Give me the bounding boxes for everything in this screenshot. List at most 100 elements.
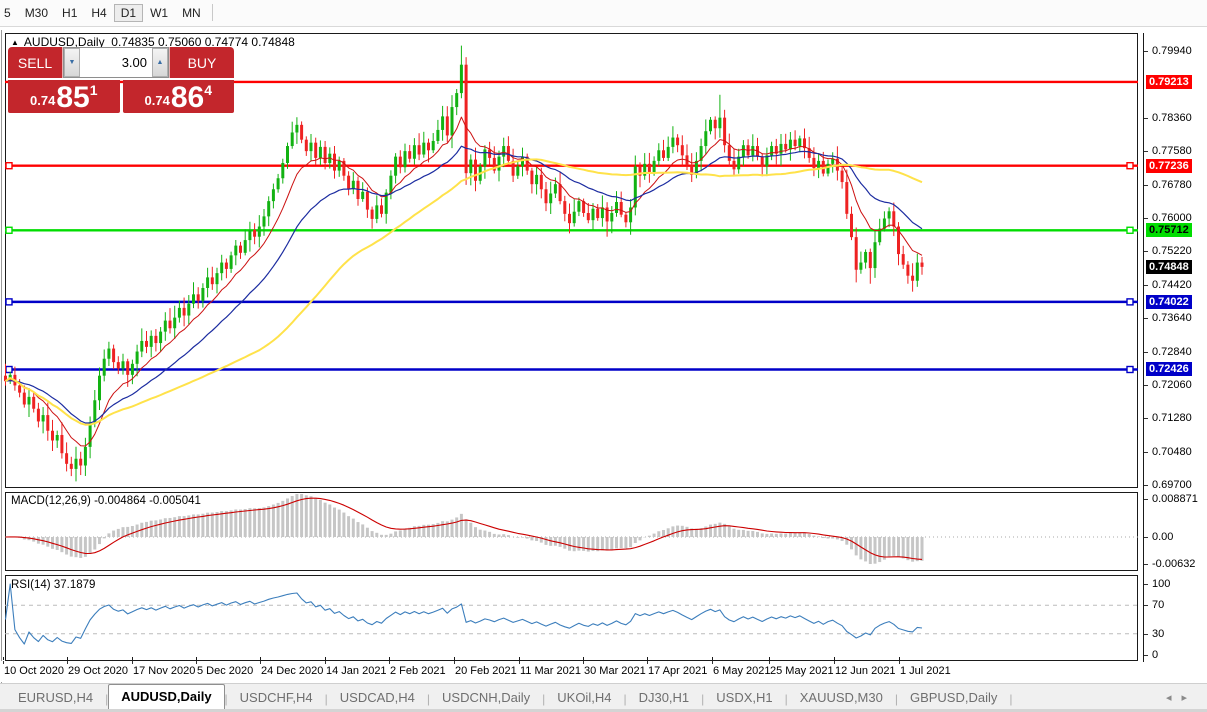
date-tick	[712, 661, 713, 664]
tab-scroll-arrows: ◂▸	[1166, 691, 1197, 704]
date-tick	[454, 661, 455, 664]
price-tick-label: 0.77580	[1152, 145, 1192, 158]
date-label: 2 Feb 2021	[390, 665, 446, 677]
tf-button-5[interactable]: 5	[0, 4, 18, 22]
tab-ukoil-h4[interactable]: UKOil,H4	[545, 686, 623, 710]
price-tick-label: 0.72840	[1152, 346, 1192, 359]
current-price-label: 0.74848	[1146, 260, 1192, 274]
price-axis[interactable]: 0.799400.783600.775800.767800.760000.752…	[1143, 33, 1207, 662]
date-tick	[834, 661, 835, 664]
tab-eurusd-h4[interactable]: EURUSD,H4	[6, 686, 105, 710]
macd-values: -0.004864 -0.005041	[94, 495, 201, 507]
volume-up-icon[interactable]: ▲	[152, 48, 168, 77]
tab-usdx-h1[interactable]: USDX,H1	[704, 686, 784, 710]
sell-price-pip: 1	[90, 82, 98, 98]
tab-usdcad-h4[interactable]: USDCAD,H4	[328, 686, 427, 710]
price-tick-label: 0.78360	[1152, 112, 1192, 125]
price-tick-label: 0.72060	[1152, 379, 1192, 392]
axis-tick	[1144, 655, 1148, 656]
date-tick	[325, 661, 326, 664]
axis-tick	[1144, 634, 1148, 635]
axis-tick	[1144, 452, 1148, 453]
tab-scroll-left-icon[interactable]: ◂	[1166, 692, 1182, 704]
axis-tick	[1144, 251, 1148, 252]
axis-tick	[1144, 352, 1148, 353]
price-tick-label: 0.79940	[1152, 45, 1192, 58]
line-price-label: 0.72426	[1146, 362, 1192, 376]
buy-price-pip: 4	[204, 82, 212, 98]
macd-axis-zero: 0.00	[1152, 531, 1173, 544]
date-label: 17 Apr 2021	[648, 665, 707, 677]
date-axis[interactable]: 10 Oct 202029 Oct 202017 Nov 20205 Dec 2…	[0, 661, 1143, 682]
price-tick-label: 0.75220	[1152, 245, 1192, 258]
tf-button-H4[interactable]: H4	[84, 4, 113, 22]
collapse-arrow-icon[interactable]: ▲	[11, 38, 19, 47]
buy-price[interactable]: 0.74 86 4	[123, 80, 235, 113]
axis-tick	[1144, 218, 1148, 219]
tab-audusd-daily[interactable]: AUDUSD,Daily	[108, 684, 224, 710]
sell-price-big: 85	[56, 85, 89, 111]
toolbar-separator	[212, 4, 213, 21]
timeframe-toolbar: 5M30H1H4D1W1MN	[0, 0, 1207, 27]
axis-tick	[1144, 584, 1148, 585]
tf-button-D1[interactable]: D1	[114, 4, 143, 22]
tab-usdcnh-daily[interactable]: USDCNH,Daily	[430, 686, 542, 710]
date-label: 17 Nov 2020	[133, 665, 195, 677]
macd-axis-min: -0.00632	[1152, 558, 1195, 571]
rsi-value: 37.1879	[54, 579, 96, 591]
terminal-window: 5M30H1H4D1W1MN ▲AUDUSD,Daily 0.74835 0.7…	[0, 0, 1207, 712]
tab-xauusd-m30[interactable]: XAUUSD,M30	[788, 686, 895, 710]
date-label: 5 Dec 2020	[197, 665, 253, 677]
date-label: 1 Jul 2021	[900, 665, 951, 677]
tf-button-M30[interactable]: M30	[18, 4, 55, 22]
date-label: 29 Oct 2020	[68, 665, 128, 677]
buy-price-big: 86	[171, 85, 204, 111]
price-tick-label: 0.71280	[1152, 412, 1192, 425]
date-tick	[196, 661, 197, 664]
rsi-axis-label: 30	[1152, 628, 1164, 641]
date-tick	[899, 661, 900, 664]
rsi-axis-label: 0	[1152, 649, 1158, 662]
chart-tabs: EURUSD,H4|AUDUSD,Daily|USDCHF,H4|USDCAD,…	[0, 684, 1207, 710]
axis-tick	[1144, 318, 1148, 319]
axis-tick	[1144, 285, 1148, 286]
price-tick-label: 0.69700	[1152, 479, 1192, 492]
volume-down-icon[interactable]: ▼	[64, 48, 80, 77]
sell-button[interactable]: SELL	[8, 47, 63, 78]
sell-price[interactable]: 0.74 85 1	[8, 80, 120, 113]
line-price-label: 0.75712	[1146, 223, 1192, 237]
date-label: 6 May 2021	[713, 665, 770, 677]
date-label: 24 Dec 2020	[261, 665, 323, 677]
axis-tick	[1144, 385, 1148, 386]
date-tick	[583, 661, 584, 664]
tab-usdchf-h4[interactable]: USDCHF,H4	[228, 686, 325, 710]
macd-axis-max: 0.008871	[1152, 493, 1198, 506]
axis-tick	[1144, 499, 1148, 500]
tab-scroll-right-icon[interactable]: ▸	[1181, 692, 1197, 704]
rsi-axis-label: 70	[1152, 599, 1164, 612]
volume-input[interactable]: 3.00	[80, 48, 152, 77]
tab-gbpusd-daily[interactable]: GBPUSD,Daily	[898, 686, 1009, 710]
chart-canvas[interactable]	[0, 33, 1143, 662]
date-label: 25 May 2021	[770, 665, 834, 677]
tf-button-W1[interactable]: W1	[143, 4, 175, 22]
date-tick	[260, 661, 261, 664]
macd-title: MACD(12,26,9)	[11, 495, 91, 507]
date-label: 12 Jun 2021	[835, 665, 896, 677]
tf-button-H1[interactable]: H1	[55, 4, 84, 22]
date-tick	[389, 661, 390, 664]
date-label: 11 Mar 2021	[520, 665, 581, 677]
price-tick-label: 0.76780	[1152, 179, 1192, 192]
volume-spinner: ▼ 3.00 ▲	[63, 47, 169, 78]
date-tick	[3, 661, 4, 664]
axis-tick	[1144, 537, 1148, 538]
buy-button[interactable]: BUY	[169, 47, 234, 78]
rsi-axis-label: 100	[1152, 578, 1170, 591]
tf-button-MN[interactable]: MN	[175, 4, 208, 22]
rsi-label: RSI(14) 37.1879	[11, 579, 95, 591]
tab-dj30-h1[interactable]: DJ30,H1	[627, 686, 702, 710]
axis-tick	[1144, 151, 1148, 152]
line-price-label: 0.77236	[1146, 159, 1192, 173]
axis-tick	[1144, 118, 1148, 119]
macd-label: MACD(12,26,9) -0.004864 -0.005041	[11, 495, 201, 507]
